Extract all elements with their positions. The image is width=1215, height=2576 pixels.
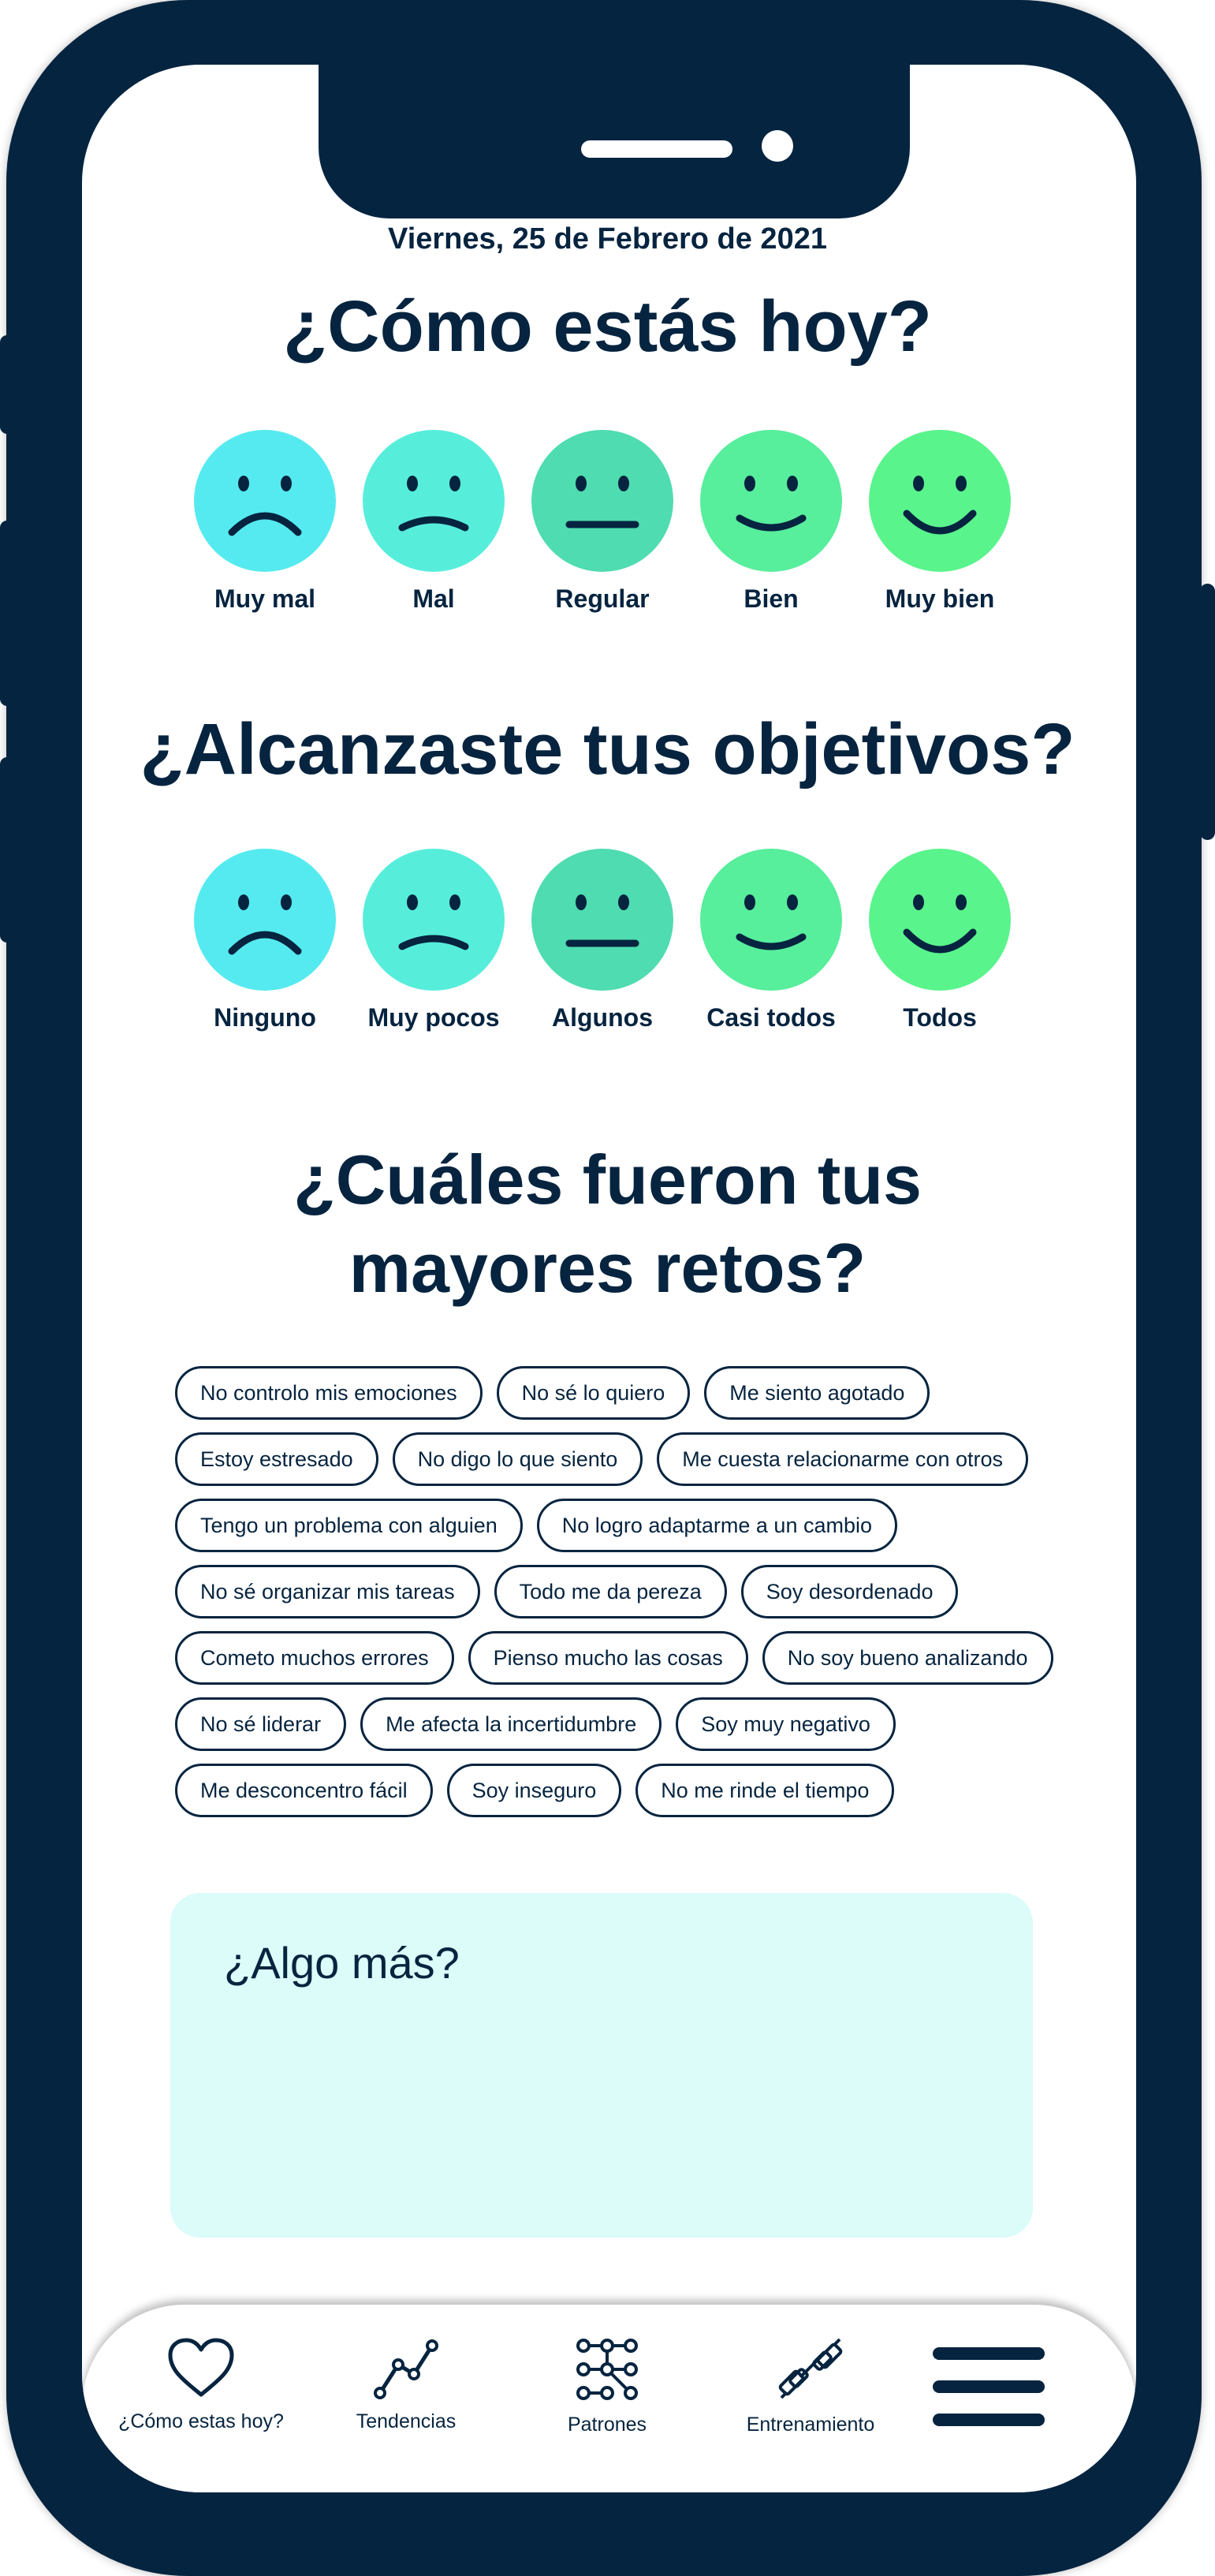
face-icon: [194, 430, 336, 572]
mood-option-label: Mal: [412, 584, 455, 613]
nav-item-mood[interactable]: ¿Cómo estas hoy?: [99, 2336, 304, 2433]
nav-item-patterns[interactable]: Patrones: [505, 2336, 710, 2436]
nav-label-training: Entrenamiento: [746, 2414, 875, 2436]
hamburger-menu-icon: [933, 2347, 1045, 2426]
mood-option-label: Muy bien: [885, 584, 995, 613]
goal-option-label: Algunos: [552, 1003, 653, 1032]
face-icon: [869, 430, 1011, 572]
challenge-chip[interactable]: Todo me da pereza: [494, 1565, 727, 1618]
speaker: [581, 140, 732, 158]
chip-row: Me desconcentro fácil Soy inseguro No me r…: [175, 1764, 1058, 1817]
goal-options: Ninguno Muy pocos Algunos Casi todos Todos: [194, 849, 1022, 1032]
bottom-navigation: ¿Cómo estas hoy? Tendencias Patrones Ent…: [82, 2305, 1136, 2492]
current-date: Viernes, 25 de Febrero de 2021: [388, 222, 827, 256]
goal-option-label: Muy pocos: [367, 1003, 500, 1032]
chip-row: No controlo mis emociones No sé lo quiero…: [175, 1366, 1058, 1420]
face-icon: [363, 430, 505, 572]
chip-row: Estoy estresado No digo lo que siento Me c…: [175, 1432, 1058, 1486]
goal-option-label: Ninguno: [214, 1003, 316, 1032]
challenge-chip[interactable]: Soy muy negativo: [676, 1697, 896, 1751]
goal-option[interactable]: Ninguno: [194, 849, 336, 1032]
more-textarea[interactable]: ¿Algo más?: [170, 1893, 1033, 2238]
goal-option[interactable]: Algunos: [531, 849, 673, 1032]
goal-option-label: Casi todos: [706, 1003, 836, 1032]
mood-option[interactable]: Mal: [363, 430, 505, 614]
nav-item-trends[interactable]: Tendencias: [304, 2336, 509, 2433]
more-textarea-placeholder: ¿Algo más?: [224, 1938, 460, 1988]
nav-item-menu[interactable]: [922, 2344, 1056, 2431]
trend-line-icon: [374, 2339, 438, 2399]
face-icon: [531, 430, 673, 572]
challenge-chip[interactable]: Estoy estresado: [175, 1432, 378, 1486]
challenge-chip[interactable]: Me cuesta relacionarme con otros: [657, 1432, 1028, 1486]
mood-option[interactable]: Regular: [531, 430, 673, 614]
challenge-chip[interactable]: Pienso mucho las cosas: [468, 1631, 748, 1685]
challenge-chip[interactable]: No sé liderar: [175, 1697, 347, 1751]
challenge-chip[interactable]: No me rinde el tiempo: [635, 1764, 895, 1817]
heart-icon: [168, 2338, 234, 2397]
chip-row: Cometo muchos errores Pienso mucho las co…: [175, 1631, 1058, 1685]
mood-option[interactable]: Muy bien: [869, 430, 1011, 614]
challenge-chip[interactable]: No soy bueno analizando: [762, 1631, 1053, 1685]
camera: [762, 130, 793, 162]
nav-item-training[interactable]: Entrenamiento: [708, 2336, 913, 2436]
goal-option[interactable]: Muy pocos: [363, 849, 505, 1032]
face-icon: [363, 849, 505, 991]
face-icon: [700, 430, 842, 572]
nav-label-patterns: Patrones: [567, 2414, 647, 2436]
goal-option[interactable]: Todos: [869, 849, 1011, 1032]
challenge-chip[interactable]: No controlo mis emociones: [175, 1366, 483, 1420]
mood-option-label: Muy mal: [214, 584, 316, 613]
challenge-chip[interactable]: Tengo un problema con alguien: [175, 1499, 523, 1552]
face-icon: [194, 849, 336, 991]
challenge-chip[interactable]: Soy inseguro: [446, 1764, 622, 1817]
challenge-chip[interactable]: No digo lo que siento: [392, 1432, 643, 1486]
pattern-nodes-icon: [576, 2339, 638, 2400]
face-icon: [700, 849, 842, 991]
mood-option[interactable]: Bien: [700, 430, 842, 614]
question-challenges: ¿Cuáles fueron tus mayores retos?: [0, 1136, 1215, 1312]
face-icon: [531, 849, 673, 991]
chip-row: No sé organizar mis tareas Todo me da per…: [175, 1565, 1058, 1618]
challenge-chip[interactable]: No logro adaptarme a un cambio: [536, 1499, 898, 1552]
challenge-chip[interactable]: Me desconcentro fácil: [175, 1764, 433, 1817]
chip-row: Tengo un problema con alguien No logro ad…: [175, 1499, 1058, 1552]
face-icon: [869, 849, 1011, 991]
question-goals: ¿Alcanzaste tus objetivos?: [140, 709, 1075, 790]
challenge-chip[interactable]: No sé organizar mis tareas: [175, 1565, 480, 1618]
mood-option[interactable]: Muy mal: [194, 430, 336, 614]
question-mood: ¿Cómo estás hoy?: [282, 286, 932, 367]
side-button-volume-up: [0, 521, 14, 706]
mood-option-label: Bien: [744, 584, 799, 613]
challenge-chip[interactable]: Me afecta la incertidumbre: [360, 1697, 662, 1751]
challenge-chip[interactable]: No sé lo quiero: [496, 1366, 691, 1420]
goal-option-label: Todos: [903, 1003, 977, 1032]
dumbbell-icon: [778, 2338, 843, 2399]
goal-option[interactable]: Casi todos: [700, 849, 842, 1032]
challenge-chip[interactable]: Soy desordenado: [740, 1565, 959, 1618]
challenges-chip-group: No controlo mis emociones No sé lo quiero…: [175, 1366, 1058, 1830]
question-challenges-line2: mayores retos?: [348, 1229, 867, 1307]
nav-label-trends: Tendencias: [356, 2410, 457, 2432]
question-challenges-line1: ¿Cuáles fueron tus: [293, 1141, 922, 1219]
chip-row: No sé liderar Me afecta la incertidumbre S…: [175, 1697, 1058, 1751]
nav-label-mood: ¿Cómo estas hoy?: [118, 2410, 284, 2432]
mood-options: Muy mal Mal Regular Bien Muy bien: [194, 430, 1022, 614]
mood-option-label: Regular: [555, 584, 650, 613]
challenge-chip[interactable]: Me siento agotado: [704, 1366, 930, 1420]
challenge-chip[interactable]: Cometo muchos errores: [175, 1631, 454, 1685]
